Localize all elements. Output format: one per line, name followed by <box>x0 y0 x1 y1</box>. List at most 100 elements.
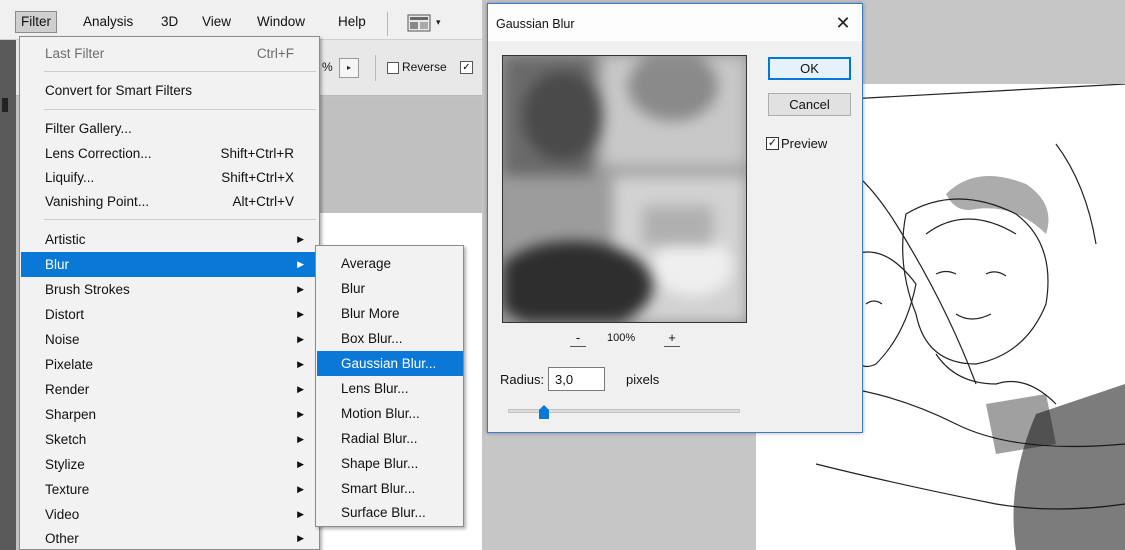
menu-item-video[interactable]: Video ▶ <box>21 502 318 527</box>
submenu-item-surface-blur[interactable]: Surface Blur... <box>317 500 463 525</box>
menu-separator <box>44 219 316 220</box>
menu-item-label: Last Filter <box>45 46 105 61</box>
menu-item-label: Vanishing Point... <box>45 194 150 209</box>
menu-item-texture[interactable]: Texture ▶ <box>21 477 318 502</box>
close-icon[interactable]: ✕ <box>832 12 854 34</box>
workspace-grid-icon[interactable] <box>407 14 431 32</box>
menu-item-label: Sharpen <box>45 407 97 422</box>
menu-item-label: Blur <box>45 257 70 272</box>
menu-item-other[interactable]: Other ▶ <box>21 526 318 550</box>
preview-window[interactable] <box>502 55 747 323</box>
submenu-item-average[interactable]: Average <box>317 251 463 276</box>
chevron-down-icon[interactable]: ▾ <box>436 14 441 30</box>
menu-item-render[interactable]: Render ▶ <box>21 377 318 402</box>
submenu-item-box-blur[interactable]: Box Blur... <box>317 326 463 351</box>
submenu-arrow-icon: ▶ <box>297 459 304 469</box>
menu-item-label: Liquify... <box>45 170 95 185</box>
menu-item-label: Render <box>45 382 90 397</box>
dialog-title: Gaussian Blur <box>496 17 575 31</box>
submenu-arrow-icon: ▶ <box>297 234 304 244</box>
submenu-item-lens-blur[interactable]: Lens Blur... <box>317 376 463 401</box>
menu-3d[interactable]: 3D <box>156 11 183 33</box>
submenu-arrow-icon: ▶ <box>297 434 304 444</box>
opacity-stepper[interactable]: ▸ <box>339 58 359 78</box>
menu-item-shortcut: Ctrl+F <box>256 46 294 61</box>
radius-slider-thumb[interactable] <box>539 405 549 419</box>
reverse-label: Reverse <box>402 60 447 74</box>
submenu-arrow-icon: ▶ <box>297 284 304 294</box>
canvas-background <box>320 97 482 213</box>
menu-item-shortcut: Shift+Ctrl+R <box>220 146 294 161</box>
submenu-item-shape-blur[interactable]: Shape Blur... <box>317 451 463 476</box>
preview-label: Preview <box>781 136 828 151</box>
submenu-arrow-icon: ▶ <box>297 359 304 369</box>
menu-item-label: Video <box>45 507 80 522</box>
menu-item-label: Sketch <box>45 432 87 447</box>
menu-item-filter-gallery[interactable]: Filter Gallery... <box>21 116 318 141</box>
submenu-arrow-icon: ▶ <box>297 334 304 344</box>
menu-view[interactable]: View <box>197 11 236 33</box>
menu-item-sketch[interactable]: Sketch ▶ <box>21 427 318 452</box>
menu-item-label: Pixelate <box>45 357 94 372</box>
menu-item-stylize[interactable]: Stylize ▶ <box>21 452 318 477</box>
menu-item-label: Distort <box>45 307 85 322</box>
menu-item-liquify[interactable]: Liquify... Shift+Ctrl+X <box>21 165 318 190</box>
menu-window[interactable]: Window <box>252 11 310 33</box>
menu-separator <box>44 71 316 72</box>
menu-item-label: Artistic <box>45 232 86 247</box>
submenu-item-blur[interactable]: Blur <box>317 276 463 301</box>
blur-submenu: Average Blur Blur More Box Blur... Gauss… <box>315 245 464 527</box>
menu-help[interactable]: Help <box>333 11 371 33</box>
submenu-item-smart-blur[interactable]: Smart Blur... <box>317 476 463 501</box>
ok-button[interactable]: OK <box>768 57 851 80</box>
menu-item-blur[interactable]: Blur ▶ <box>21 252 318 277</box>
menu-item-noise[interactable]: Noise ▶ <box>21 327 318 352</box>
dither-checkbox[interactable]: ✓ <box>460 61 473 74</box>
submenu-item-radial-blur[interactable]: Radial Blur... <box>317 426 463 451</box>
menu-item-distort[interactable]: Distort ▶ <box>21 302 318 327</box>
submenu-arrow-icon: ▶ <box>297 384 304 394</box>
menu-item-pixelate[interactable]: Pixelate ▶ <box>21 352 318 377</box>
submenu-item-blur-more[interactable]: Blur More <box>317 301 463 326</box>
submenu-arrow-icon: ▶ <box>297 533 304 543</box>
zoom-level: 100% <box>607 332 636 344</box>
menu-item-lens-correction[interactable]: Lens Correction... Shift+Ctrl+R <box>21 141 318 166</box>
menu-item-convert-smart-filters[interactable]: Convert for Smart Filters <box>21 78 318 103</box>
submenu-arrow-icon: ▶ <box>297 409 304 419</box>
opacity-percent: % <box>322 60 333 74</box>
reverse-checkbox[interactable] <box>387 62 399 74</box>
menu-divider <box>387 12 388 36</box>
options-divider <box>375 55 376 81</box>
filter-menu: Last Filter Ctrl+F Convert for Smart Fil… <box>19 36 320 550</box>
menu-item-brush-strokes[interactable]: Brush Strokes ▶ <box>21 277 318 302</box>
tools-panel <box>0 40 16 550</box>
tool-icon[interactable] <box>2 98 8 112</box>
menu-item-label: Brush Strokes <box>45 282 130 297</box>
menu-item-label: Other <box>45 531 79 546</box>
cancel-button[interactable]: Cancel <box>768 93 851 116</box>
preview-image <box>503 56 746 322</box>
gaussian-blur-dialog: Gaussian Blur ✕ - 100% + OK Cancel ✓ Pre… <box>487 3 863 433</box>
menu-analysis[interactable]: Analysis <box>78 11 138 33</box>
menu-item-label: Texture <box>45 482 90 497</box>
radius-input[interactable] <box>548 367 605 391</box>
zoom-in-button[interactable]: + <box>664 331 680 347</box>
submenu-item-motion-blur[interactable]: Motion Blur... <box>317 401 463 426</box>
menu-item-label: Convert for Smart Filters <box>45 83 193 98</box>
menu-item-label: Lens Correction... <box>45 146 152 161</box>
submenu-arrow-icon: ▶ <box>297 484 304 494</box>
menu-item-label: Stylize <box>45 457 85 472</box>
preview-checkbox[interactable]: ✓ <box>766 137 779 150</box>
submenu-item-gaussian-blur[interactable]: Gaussian Blur... <box>317 351 463 376</box>
menu-item-artistic[interactable]: Artistic ▶ <box>21 227 318 252</box>
radius-unit: pixels <box>626 372 660 387</box>
submenu-arrow-icon: ▶ <box>297 509 304 519</box>
dialog-body: - 100% + OK Cancel ✓ Preview Radius: pix… <box>488 41 862 432</box>
zoom-out-button[interactable]: - <box>570 331 586 347</box>
menu-filter[interactable]: Filter <box>15 11 57 33</box>
submenu-arrow-icon: ▶ <box>297 259 304 269</box>
menu-item-sharpen[interactable]: Sharpen ▶ <box>21 402 318 427</box>
menu-item-vanishing-point[interactable]: Vanishing Point... Alt+Ctrl+V <box>21 189 318 214</box>
menu-item-label: Noise <box>45 332 80 347</box>
menu-bar: Filter Analysis 3D View Window Help ▾ <box>0 0 482 40</box>
